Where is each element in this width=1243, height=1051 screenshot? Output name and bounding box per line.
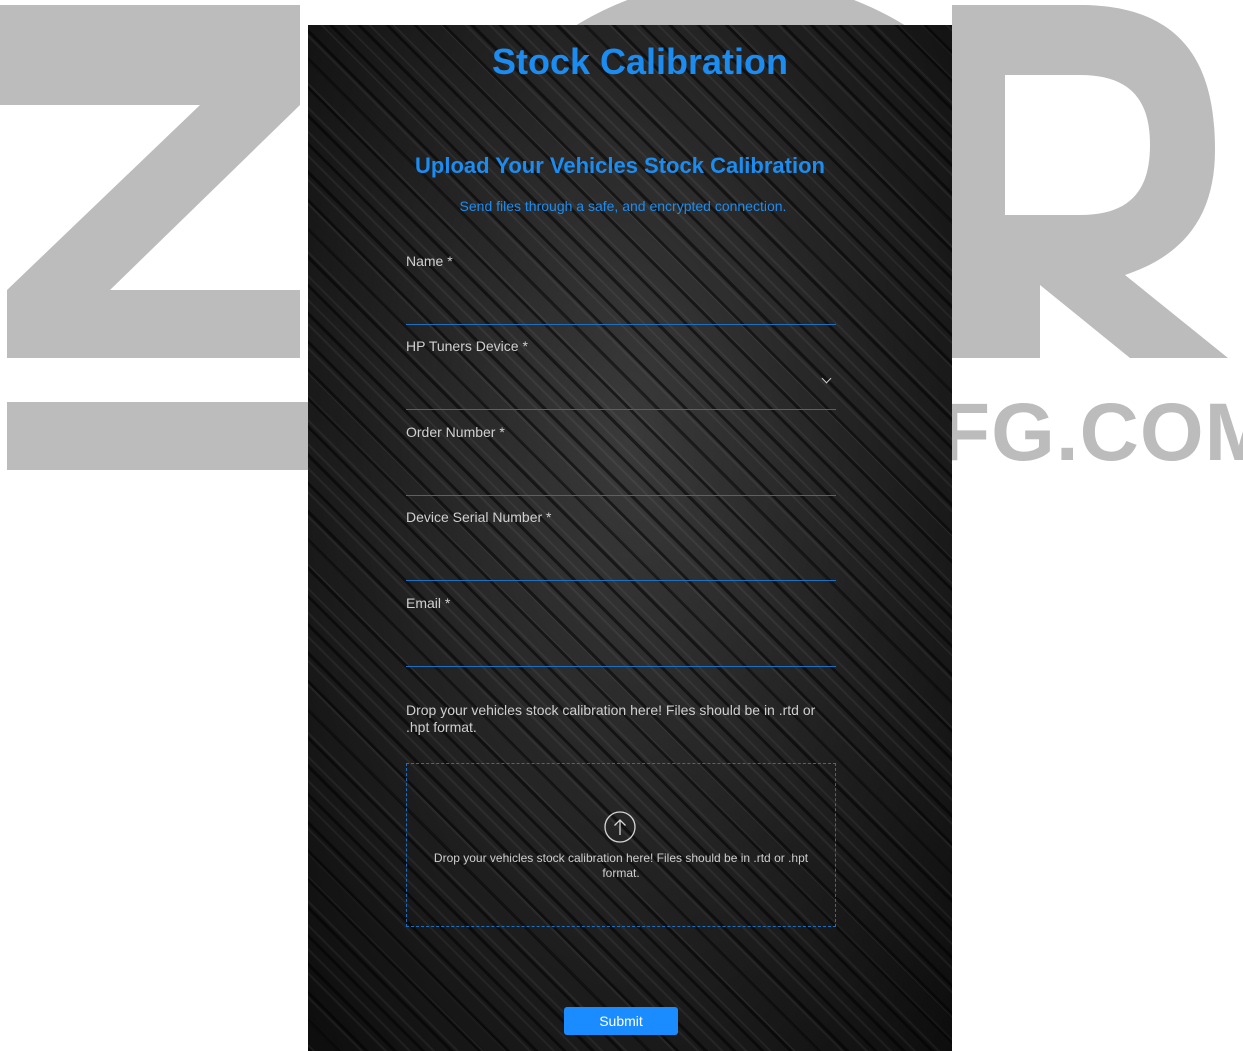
device-select[interactable]: [406, 367, 826, 397]
device-label: HP Tuners Device *: [406, 338, 528, 354]
device-underline: [406, 409, 836, 410]
page-title: Stock Calibration: [491, 41, 789, 82]
serial-label: Device Serial Number *: [406, 509, 552, 525]
logo-letter-z: [0, 5, 300, 358]
upload-form-panel: Stock Calibration Upload Your Vehicles S…: [308, 25, 952, 1051]
order-underline: [406, 495, 836, 496]
email-field-group: Email *: [406, 594, 836, 668]
order-field-group: Order Number *: [406, 423, 836, 497]
email-label: Email *: [406, 595, 451, 611]
name-underline: [406, 324, 836, 325]
form-subtitle: Upload Your Vehicles Stock Calibration: [415, 153, 825, 178]
file-dropzone[interactable]: Drop your vehicles stock calibration her…: [406, 763, 836, 927]
logo-bar: [7, 402, 308, 470]
order-number-input[interactable]: [406, 453, 830, 485]
name-label: Name *: [406, 253, 453, 269]
serial-underline: [406, 580, 836, 581]
device-select-group[interactable]: HP Tuners Device *: [406, 337, 836, 411]
name-field-group: Name *: [406, 252, 836, 326]
order-label: Order Number *: [406, 424, 505, 440]
brand-text: FG.COM: [940, 387, 1243, 478]
email-input[interactable]: [406, 624, 830, 656]
dropzone-text: Drop your vehicles stock calibration her…: [433, 851, 809, 880]
form-tagline: Send files through a safe, and encrypted…: [459, 198, 787, 214]
arrow-up-circle-icon[interactable]: [604, 811, 636, 843]
logo-letter-r: [952, 5, 1228, 358]
serial-field-group: Device Serial Number *: [406, 508, 836, 582]
email-underline: [406, 666, 836, 667]
name-input[interactable]: [406, 282, 830, 314]
submit-button[interactable]: Submit: [564, 1007, 678, 1035]
upload-instructions: Drop your vehicles stock calibration her…: [406, 702, 816, 735]
serial-number-input[interactable]: [406, 538, 830, 570]
